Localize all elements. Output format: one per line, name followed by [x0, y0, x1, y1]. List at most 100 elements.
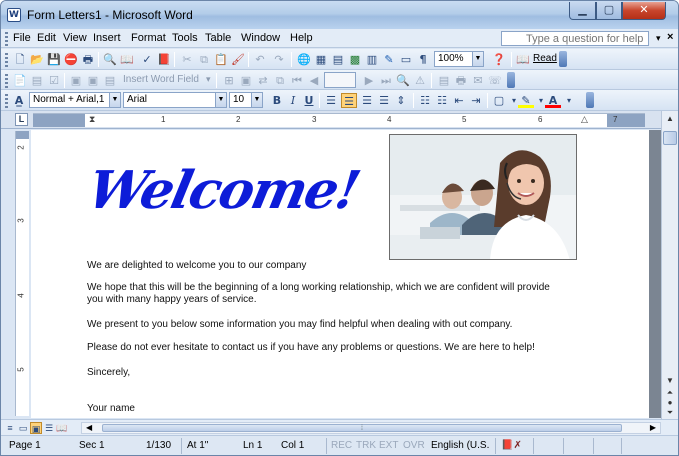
- horizontal-scrollbar[interactable]: ◀ ⁞ ▶: [81, 422, 661, 434]
- first-line-indent-marker[interactable]: ⧗: [89, 114, 95, 125]
- document-close-icon[interactable]: ×: [667, 31, 673, 43]
- merge-to-document-icon[interactable]: ▤: [436, 73, 452, 88]
- font-select[interactable]: Arial ▼: [123, 92, 227, 108]
- menubar-grip[interactable]: [5, 32, 8, 46]
- new-document-icon[interactable]: 🗋: [12, 52, 28, 67]
- outline-view-icon[interactable]: ☰: [43, 422, 55, 434]
- status-ovr[interactable]: OVR: [403, 440, 425, 451]
- insert-merge-fields-icon[interactable]: ▤: [102, 73, 118, 88]
- document-area[interactable]: Welcome! We are delighted to welcome you…: [31, 130, 649, 418]
- right-indent-marker[interactable]: △: [581, 114, 588, 125]
- copy-icon[interactable]: ⧉: [196, 52, 212, 67]
- status-at[interactable]: At 1": [187, 440, 208, 451]
- format-painter-icon[interactable]: 🖌: [230, 52, 246, 67]
- toolbar-options-icon[interactable]: [507, 72, 515, 88]
- show-hide-icon[interactable]: ¶: [415, 52, 431, 67]
- research-icon[interactable]: 📖: [119, 52, 135, 67]
- save-icon[interactable]: 💾: [46, 52, 62, 67]
- minimize-button[interactable]: ▁: [569, 2, 596, 20]
- menu-help[interactable]: Help: [290, 32, 313, 44]
- next-record-icon[interactable]: ▶: [361, 73, 377, 88]
- tab-selector-button[interactable]: L: [15, 113, 28, 126]
- match-fields-icon[interactable]: ⇄: [255, 73, 271, 88]
- highlight-icon[interactable]: ✎: [518, 93, 534, 108]
- numbering-icon[interactable]: ☷: [417, 93, 433, 108]
- recipients-icon[interactable]: ☑: [46, 73, 62, 88]
- last-record-icon[interactable]: ⏭: [378, 73, 394, 88]
- paste-icon[interactable]: 📋: [213, 52, 229, 67]
- find-entry-icon[interactable]: 🔍: [395, 73, 411, 88]
- status-section[interactable]: Sec 1: [79, 440, 105, 451]
- cut-icon[interactable]: ✂: [179, 52, 195, 67]
- tables-borders-icon[interactable]: ▦: [313, 52, 329, 67]
- font-color-dropdown-icon[interactable]: ▾: [561, 93, 577, 108]
- print-preview-icon[interactable]: 🔍: [102, 52, 118, 67]
- hyperlink-icon[interactable]: 🌐: [296, 52, 312, 67]
- help-search-input[interactable]: [501, 31, 649, 46]
- vertical-ruler[interactable]: 2 3 4 5: [15, 131, 29, 416]
- status-page[interactable]: Page 1: [9, 440, 41, 451]
- merge-to-email-icon[interactable]: ✉: [470, 73, 486, 88]
- highlight-fields-icon[interactable]: ▣: [238, 73, 254, 88]
- menu-tools[interactable]: Tools: [172, 32, 198, 44]
- menu-window[interactable]: Window: [241, 32, 280, 44]
- chevron-down-icon[interactable]: ▼: [215, 93, 226, 107]
- previous-record-icon[interactable]: ◀: [306, 73, 322, 88]
- help-dropdown-icon[interactable]: ▾: [656, 33, 661, 44]
- toolbar-options-icon[interactable]: [559, 51, 567, 67]
- print-layout-icon[interactable]: ▣: [30, 422, 42, 434]
- justify-icon[interactable]: ☰: [376, 93, 392, 108]
- font-color-icon[interactable]: A: [545, 93, 561, 108]
- scroll-up-icon[interactable]: ▲: [663, 112, 677, 126]
- toolbar-grip[interactable]: [5, 74, 8, 88]
- maximize-button[interactable]: ▢: [596, 2, 622, 20]
- read-button[interactable]: Read: [533, 53, 557, 64]
- chevron-down-icon[interactable]: ▼: [109, 93, 120, 107]
- spelling-status-icon[interactable]: 📕✗: [501, 440, 522, 451]
- insert-address-block-icon[interactable]: ▣: [68, 73, 84, 88]
- record-number-input[interactable]: [324, 72, 356, 88]
- menu-table[interactable]: Table: [205, 32, 231, 44]
- horizontal-ruler[interactable]: ⧗ 1 2 3 4 5 6 △ 7: [33, 113, 645, 127]
- status-trk[interactable]: TRK: [356, 440, 376, 451]
- scroll-left-icon[interactable]: ◀: [86, 423, 92, 432]
- undo-icon[interactable]: ↶: [252, 52, 268, 67]
- bullets-icon[interactable]: ☷: [434, 93, 450, 108]
- chevron-down-icon[interactable]: ▼: [472, 52, 483, 66]
- align-right-icon[interactable]: ☰: [359, 93, 375, 108]
- horizontal-scroll-thumb[interactable]: ⁞: [102, 424, 622, 432]
- zoom-select[interactable]: 100% ▼: [434, 51, 484, 67]
- menu-format[interactable]: Format: [131, 32, 166, 44]
- web-layout-icon[interactable]: ▭: [17, 422, 29, 434]
- word-app-icon[interactable]: W: [7, 8, 21, 22]
- dropdown-arrow-icon[interactable]: ▾: [206, 74, 211, 85]
- reading-layout-icon[interactable]: 📖: [56, 422, 68, 434]
- status-rec[interactable]: REC: [331, 440, 352, 451]
- menu-insert[interactable]: Insert: [93, 32, 121, 44]
- open-folder-icon[interactable]: 📂: [29, 52, 45, 67]
- vertical-scroll-thumb[interactable]: [663, 131, 677, 145]
- open-data-source-icon[interactable]: ▤: [29, 73, 45, 88]
- status-line[interactable]: Ln 1: [243, 440, 262, 451]
- chevron-down-icon[interactable]: ▼: [251, 93, 262, 107]
- border-icon[interactable]: ▢: [491, 93, 507, 108]
- view-merged-data-icon[interactable]: ⊞: [221, 73, 237, 88]
- styles-formatting-icon[interactable]: A̲: [11, 93, 27, 108]
- columns-icon[interactable]: ▥: [364, 52, 380, 67]
- menu-view[interactable]: View: [63, 32, 87, 44]
- scroll-down-icon[interactable]: ▼: [663, 375, 677, 387]
- normal-view-icon[interactable]: ≡: [4, 422, 16, 434]
- spelling-icon[interactable]: ✓: [139, 52, 155, 67]
- toolbar-grip[interactable]: [5, 53, 8, 67]
- menu-file[interactable]: File: [13, 32, 31, 44]
- main-document-setup-icon[interactable]: 📄: [12, 73, 28, 88]
- merge-to-printer-icon[interactable]: 🖶: [453, 73, 469, 88]
- align-left-icon[interactable]: ☰: [323, 93, 339, 108]
- status-language[interactable]: English (U.S.: [431, 440, 489, 451]
- vertical-scrollbar[interactable]: ▲ ▼ ⏶ ● ⏷: [661, 111, 678, 421]
- print-icon[interactable]: 🖶: [80, 52, 96, 67]
- font-size-select[interactable]: 10 ▼: [229, 92, 263, 108]
- insert-table-icon[interactable]: ▤: [330, 52, 346, 67]
- increase-indent-icon[interactable]: ⇥: [468, 93, 484, 108]
- underline-icon[interactable]: U: [301, 93, 317, 108]
